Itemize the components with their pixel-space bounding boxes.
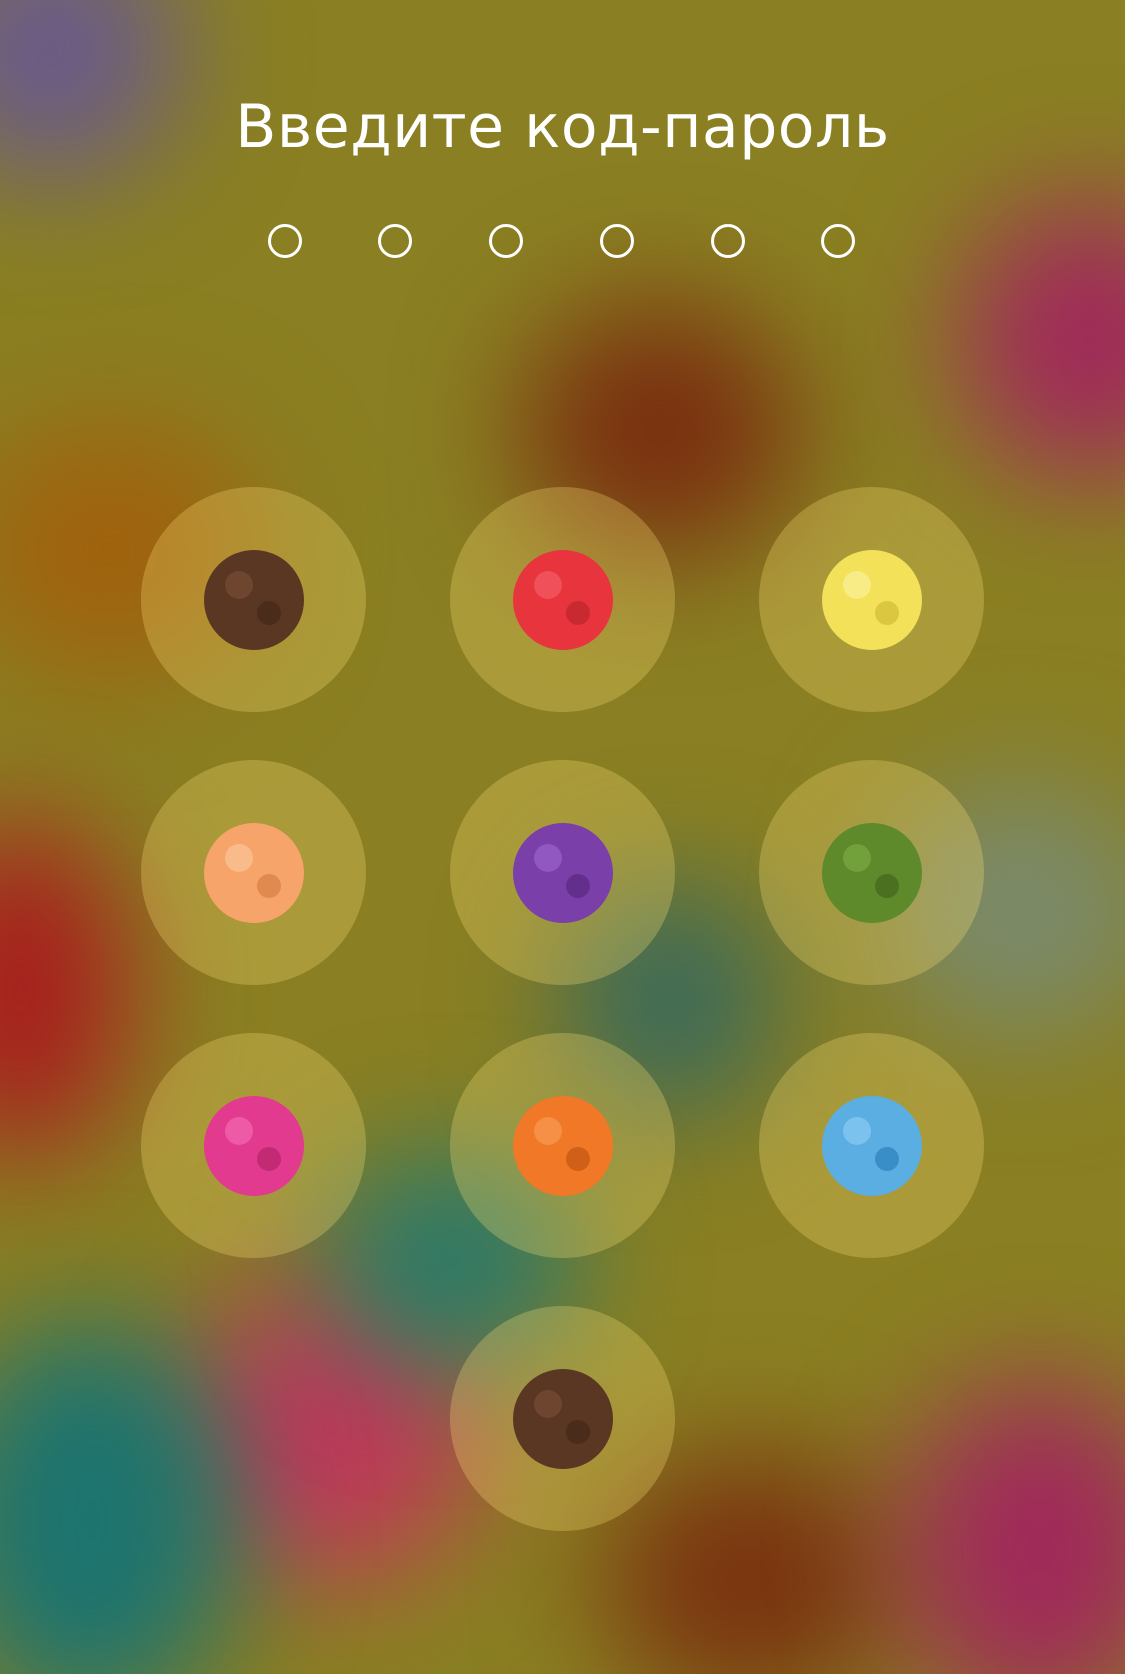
keypad-key-8[interactable] <box>450 1033 675 1258</box>
wallpaper-blob <box>0 820 130 1160</box>
wallpaper-blob <box>900 1380 1125 1674</box>
passcode-dot <box>378 224 412 258</box>
keypad-key-9[interactable] <box>759 1033 984 1258</box>
blueberry-scoop-icon <box>512 822 613 923</box>
chocolate-scoop-icon <box>512 1368 613 1469</box>
keypad-key-7[interactable] <box>141 1033 366 1258</box>
keypad-key-1[interactable] <box>141 487 366 712</box>
passcode-dot <box>821 224 855 258</box>
passcode-dot <box>600 224 634 258</box>
passcode-dot <box>489 224 523 258</box>
keypad-key-3[interactable] <box>759 487 984 712</box>
strawberry-scoop-icon <box>512 549 613 650</box>
keypad-key-0[interactable] <box>450 1306 675 1531</box>
passcode-prompt: Введите код-пароль <box>235 92 890 162</box>
passcode-dot <box>268 224 302 258</box>
keypad-key-6[interactable] <box>759 760 984 985</box>
passcode-indicator <box>0 224 1125 264</box>
passcode-dot <box>711 224 745 258</box>
chocolate-scoop-icon <box>203 549 304 650</box>
keypad-key-5[interactable] <box>450 760 675 985</box>
keypad-key-4[interactable] <box>141 760 366 985</box>
peach-scoop-icon <box>203 822 304 923</box>
pistachio-scoop-icon <box>821 822 922 923</box>
blue-scoop-icon <box>821 1095 922 1196</box>
lemon-scoop-icon <box>821 549 922 650</box>
raspberry-scoop-icon <box>203 1095 304 1196</box>
lock-screen: Введите код-пароль <box>0 0 1125 1674</box>
orange-scoop-icon <box>512 1095 613 1196</box>
keypad-key-2[interactable] <box>450 487 675 712</box>
